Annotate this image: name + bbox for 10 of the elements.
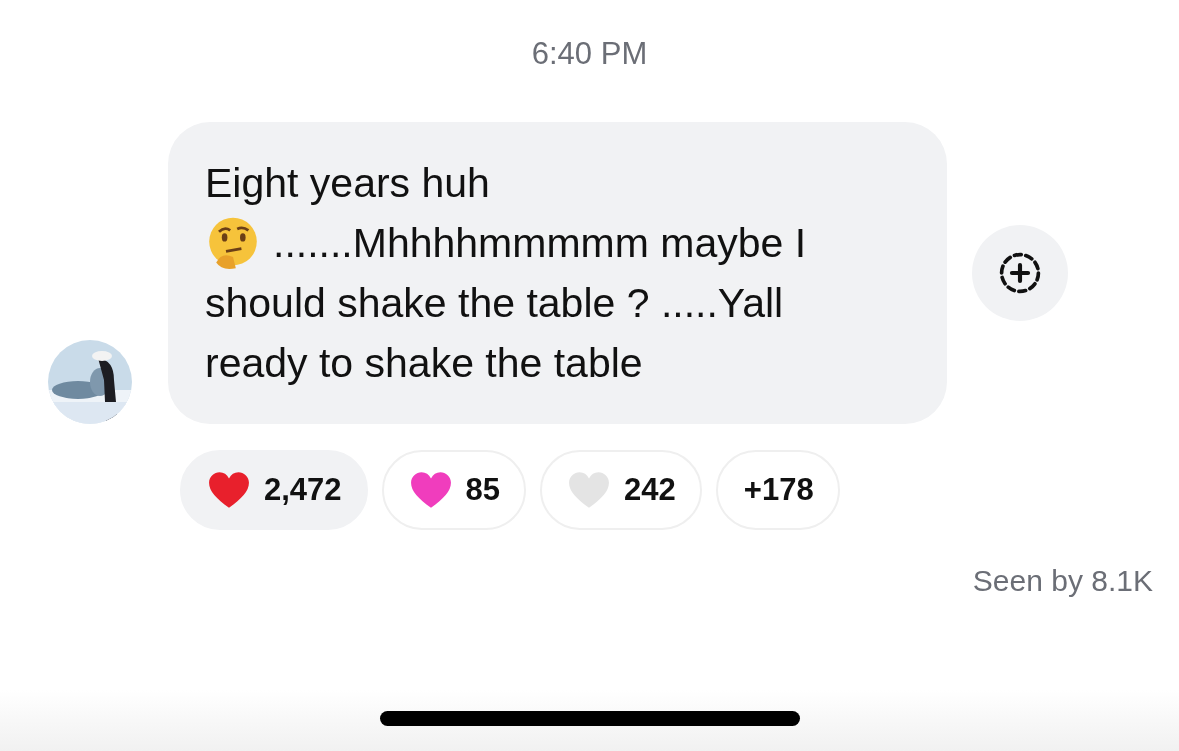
add-icon (997, 250, 1043, 296)
reaction-chip[interactable]: 242 (540, 450, 702, 530)
message-text: Eight years huh (205, 159, 491, 208)
reaction-chip[interactable]: 85 (381, 450, 527, 530)
message-text: .......Mhhhhmmmmm maybe I (273, 219, 807, 268)
message-text: should shake the table ? .....Yall ready to shake the table (205, 279, 785, 388)
message-timestamp: 6:40 PM (531, 36, 648, 72)
seen-by-text: Seen by 8.1K (972, 564, 1153, 598)
reaction-chip[interactable]: 2,472 (180, 450, 368, 530)
reaction-chip[interactable]: +178 (715, 450, 840, 530)
